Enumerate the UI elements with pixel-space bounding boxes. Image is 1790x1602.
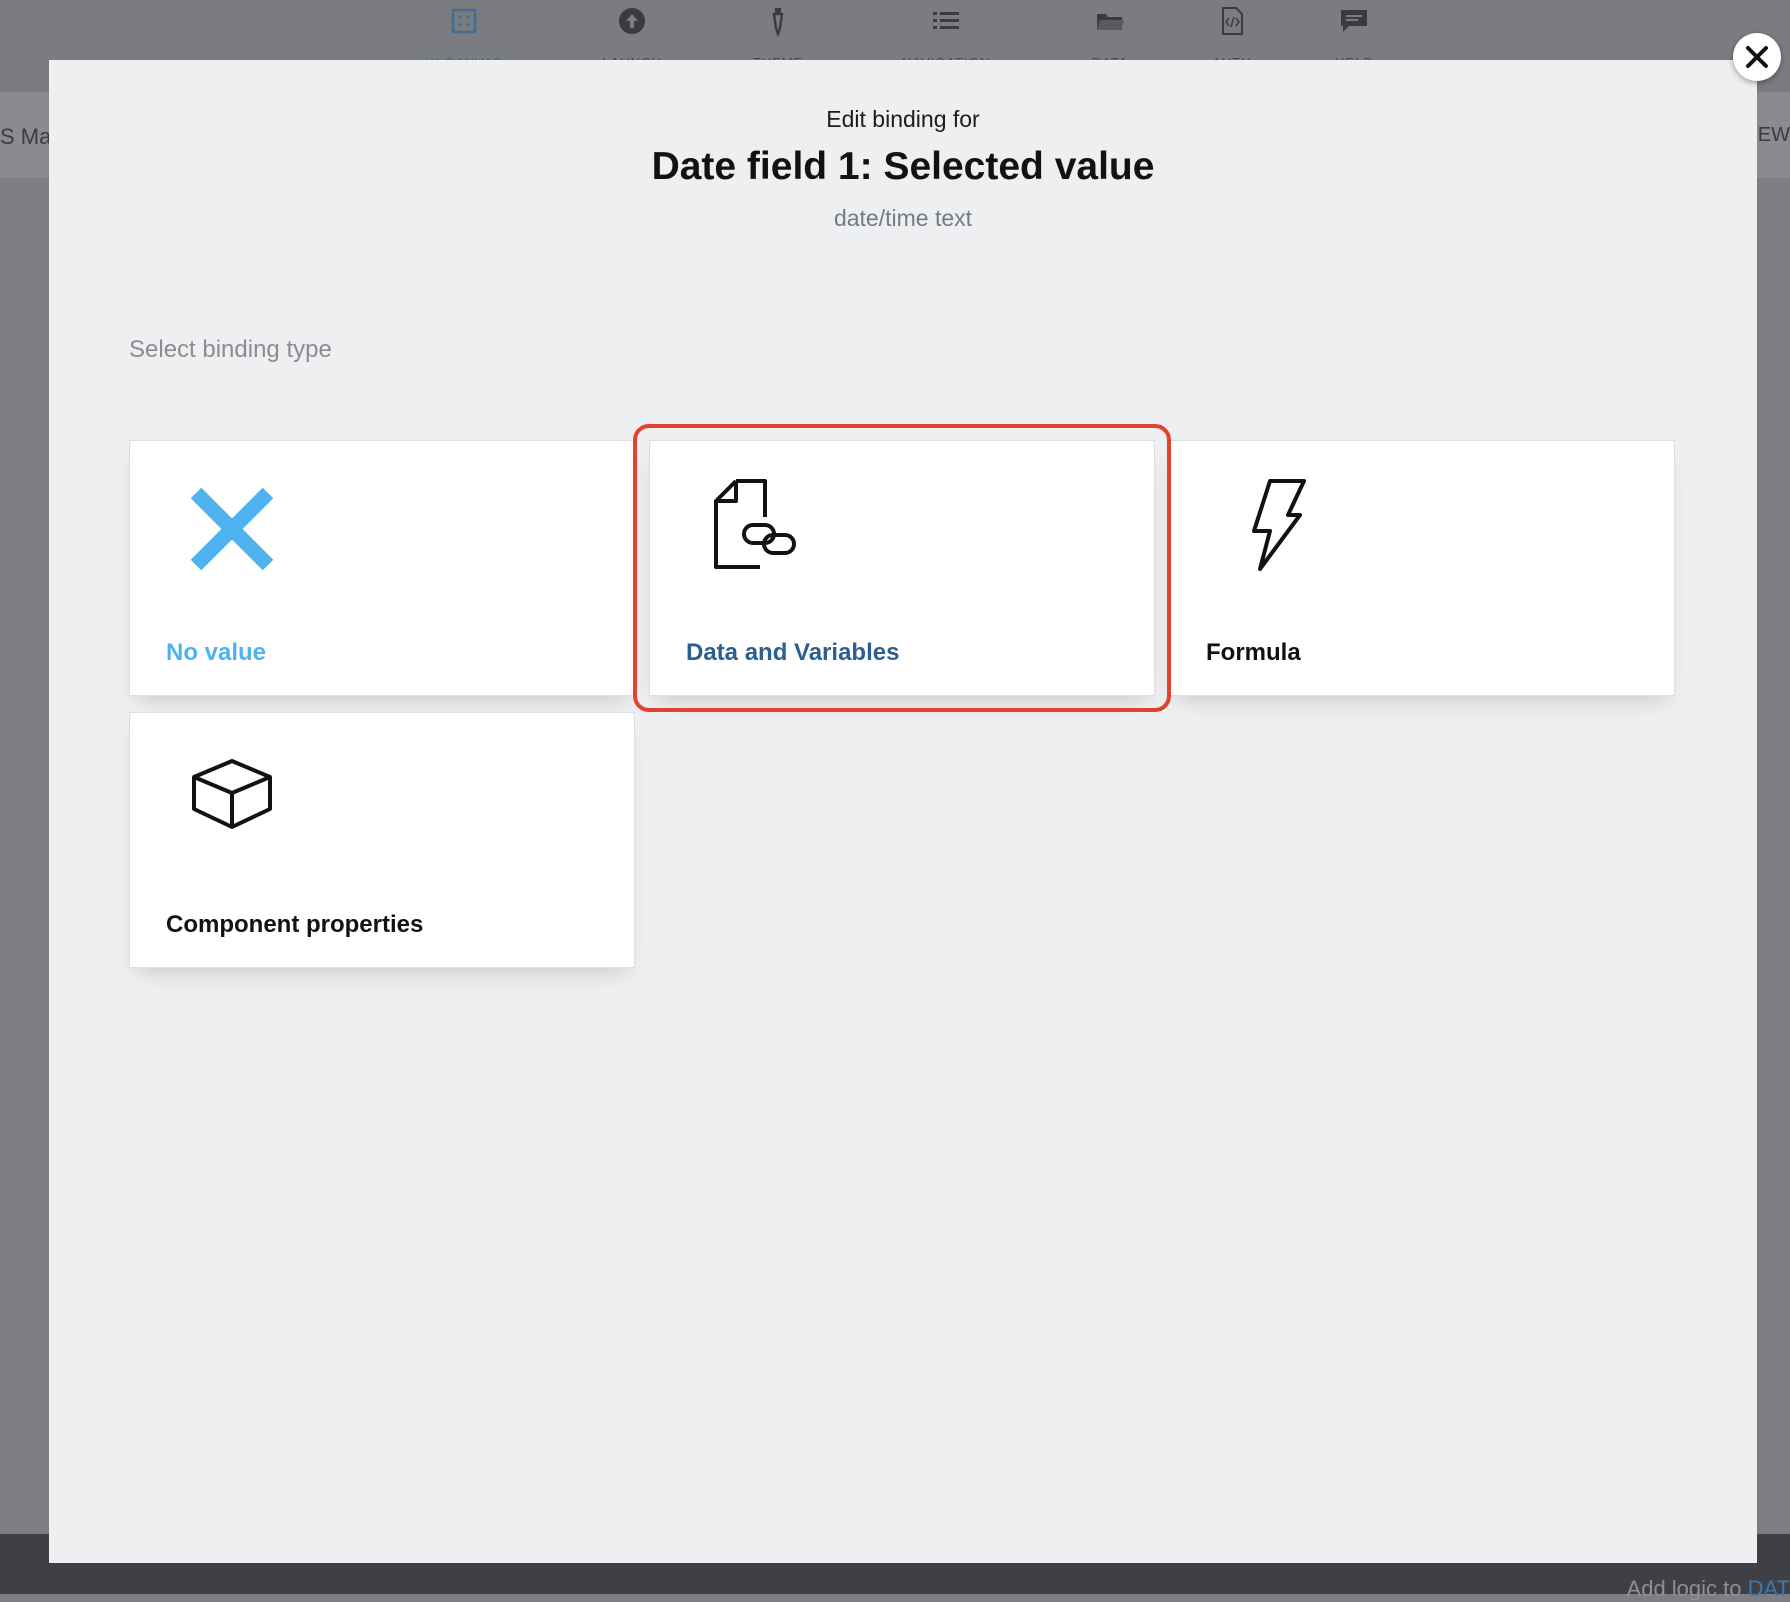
binding-option-component-properties[interactable]: Component properties: [129, 712, 635, 968]
navigation-icon: [933, 12, 959, 29]
binding-option-no-value[interactable]: No value: [129, 440, 635, 696]
toolbar-item-launch[interactable]: LAUNCH: [572, 6, 692, 62]
document-link-icon: [714, 479, 796, 569]
cube-icon: [192, 759, 272, 829]
option-label: No value: [166, 639, 267, 666]
canvas-icon: [451, 8, 477, 34]
launch-icon: [619, 8, 645, 34]
toolbar-item-data[interactable]: DATA: [1050, 6, 1170, 62]
section-label: Select binding type: [129, 336, 332, 363]
binding-option-formula[interactable]: Formula: [1169, 440, 1675, 696]
option-label: Data and Variables: [686, 639, 900, 666]
modal-title: Date field 1: Selected value: [651, 145, 1155, 188]
modal-subtitle: date/time text: [833, 205, 973, 231]
logic-hint-text: Add logic to: [1626, 1576, 1742, 1601]
modal-kicker: Edit binding for: [826, 106, 980, 132]
x-icon: [190, 487, 274, 571]
toolbar-item-auth[interactable]: AUTH: [1172, 6, 1292, 62]
auth-icon: [1222, 7, 1243, 35]
logic-hint: Add logic to DAT: [1627, 1576, 1790, 1602]
close-button[interactable]: [1733, 33, 1781, 81]
chat-icon: [1341, 10, 1367, 32]
toolbar-item-ui-canvas[interactable]: UI CANVAS: [404, 6, 524, 62]
theme-icon: [772, 8, 784, 36]
binding-option-data-and-variables[interactable]: Data and Variables: [649, 440, 1155, 696]
modal-header: Edit binding for Date field 1: Selected …: [49, 60, 1757, 232]
page-name-fragment: S Ma: [0, 124, 52, 149]
logic-hint-link[interactable]: DAT: [1748, 1576, 1790, 1601]
toolbar-item-theme[interactable]: THEME: [718, 6, 838, 62]
close-icon: [1746, 46, 1768, 68]
folder-icon: [1097, 14, 1124, 30]
option-label: Formula: [1206, 639, 1301, 666]
toolbar-item-help[interactable]: HELP: [1294, 6, 1414, 62]
lightning-icon: [1252, 479, 1306, 571]
option-label: Component properties: [166, 911, 424, 938]
toolbar-item-navigation[interactable]: NAVIGATION: [886, 6, 1006, 62]
view-toggle-fragment: EW: [1757, 124, 1790, 146]
edit-binding-modal: Edit binding for Date field 1: Selected …: [49, 60, 1757, 1563]
